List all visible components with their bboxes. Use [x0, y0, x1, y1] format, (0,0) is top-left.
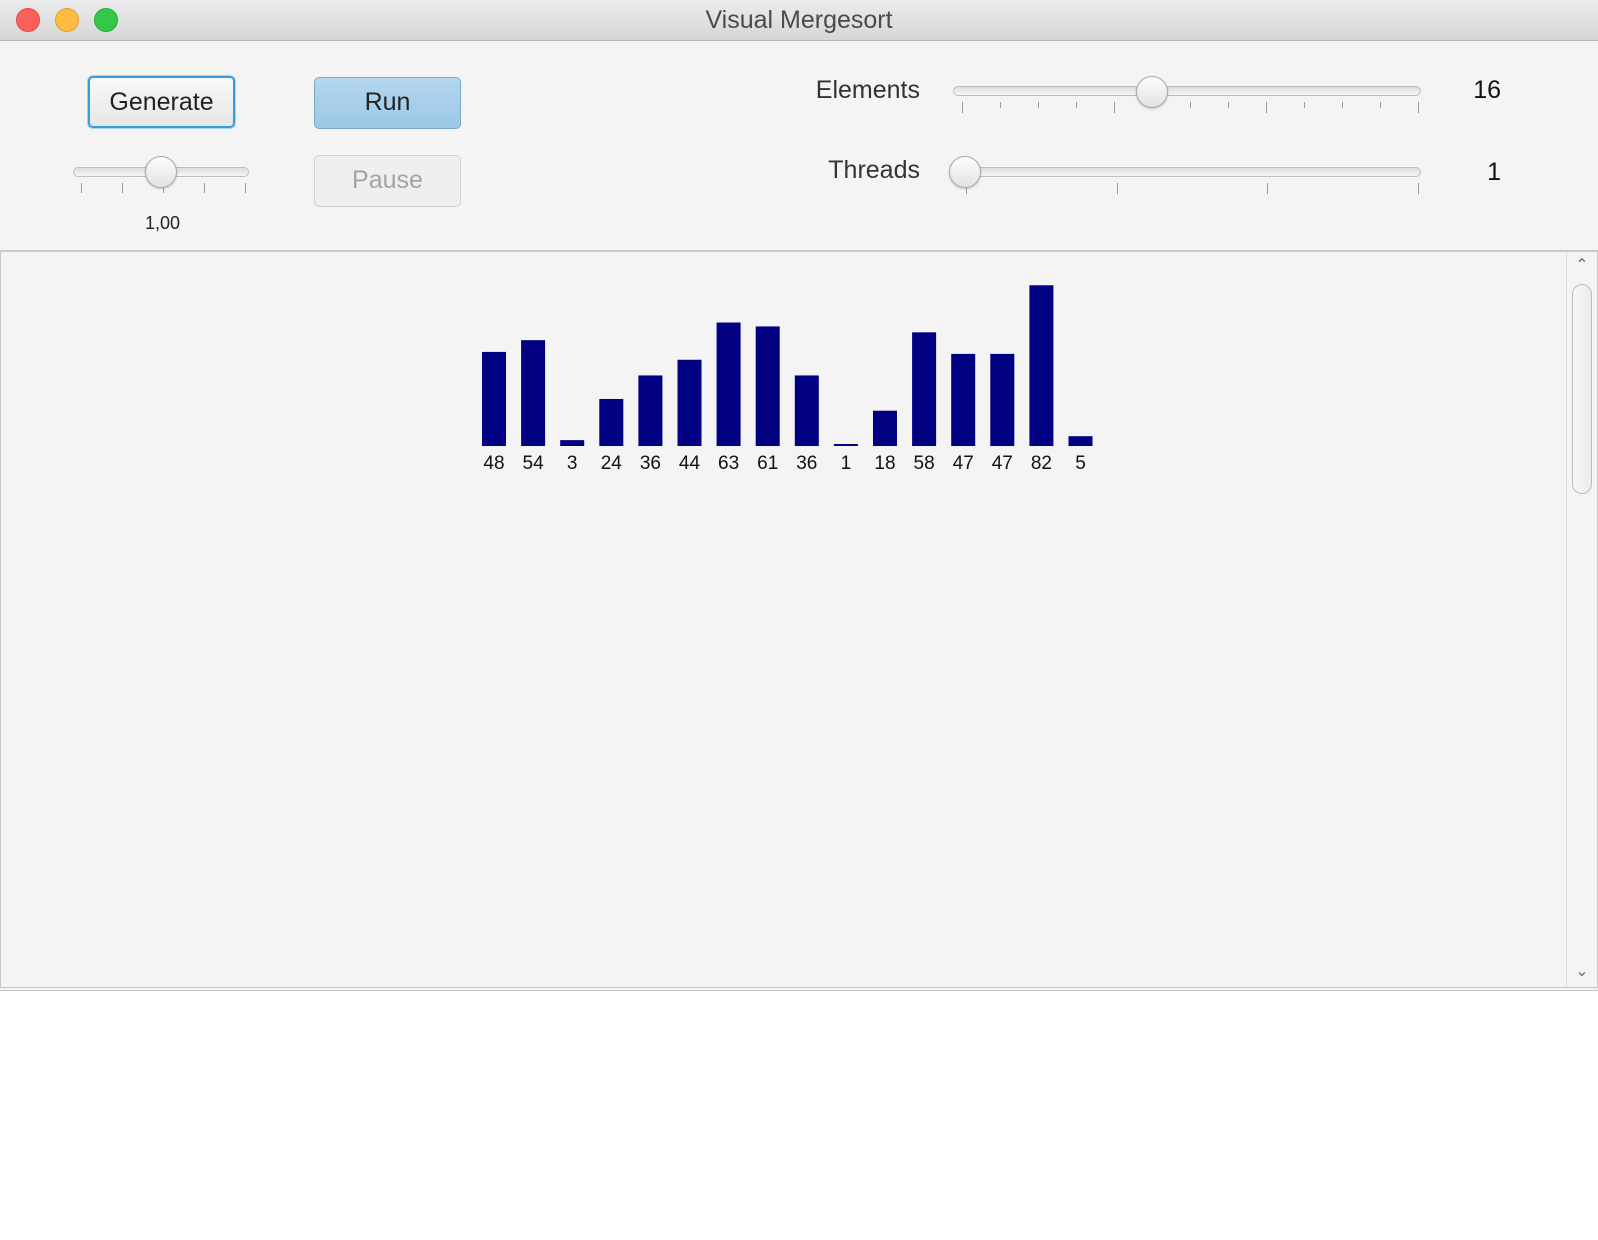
pause-button: Pause	[314, 155, 461, 207]
elements-slider-tick	[1266, 102, 1267, 113]
elements-slider-tick	[1190, 102, 1191, 108]
chart-value-label: 18	[874, 453, 895, 474]
chart-value-label: 54	[523, 453, 545, 474]
threads-slider-tick	[1117, 183, 1118, 194]
chart-value-label: 63	[718, 453, 739, 474]
chart-bar	[755, 326, 780, 446]
chart-bar	[560, 440, 585, 446]
threads-slider-tick	[1418, 183, 1419, 194]
threads-slider-tick	[1267, 183, 1268, 194]
output-text-area[interactable]	[0, 990, 1598, 1240]
elements-slider-thumb[interactable]	[1136, 76, 1169, 108]
elements-slider-tick	[1038, 102, 1039, 108]
chart-bar	[873, 410, 897, 446]
elements-label: Elements	[815, 76, 920, 104]
chart-bar	[1068, 436, 1093, 446]
chart-value-label: 36	[796, 453, 817, 474]
generate-button[interactable]: Generate	[88, 76, 235, 128]
speed-slider-thumb[interactable]	[145, 156, 177, 188]
chart-bar	[1029, 285, 1054, 446]
chart-bar	[716, 322, 741, 446]
bar-chart: 48 54 3 24 36 44 63 61 36 1 18 58 47 47 82 5	[482, 285, 1093, 474]
chart-bar	[794, 375, 819, 446]
run-button[interactable]: Run	[314, 77, 461, 129]
title-bar: Visual Mergesort	[0, 0, 1598, 41]
elements-slider-tick	[1000, 102, 1001, 108]
elements-slider-tick	[1076, 102, 1077, 108]
elements-slider-tick	[1342, 102, 1343, 108]
speed-slider-tick	[204, 183, 205, 193]
chart-value-label: 58	[914, 453, 935, 474]
elements-slider-tick	[1418, 102, 1419, 113]
chart-bar	[521, 340, 546, 446]
speed-slider-tick	[245, 183, 246, 193]
app-window: Visual Mergesort Generate Run Pause 1,00…	[0, 0, 1598, 1240]
chart-value-label: 82	[1031, 453, 1052, 474]
elements-slider-tick	[1228, 102, 1229, 108]
elements-slider-tick	[962, 102, 963, 113]
chart-value-label: 24	[601, 453, 623, 474]
chart-value-label: 48	[483, 453, 504, 474]
chart-bar	[833, 444, 858, 446]
elements-value: 16	[1473, 76, 1501, 104]
speed-slider-tick	[122, 183, 123, 193]
elements-slider-tick	[1304, 102, 1305, 108]
speed-value-label: 1,00	[144, 213, 181, 233]
chart-scroll-pane[interactable]: 48 54 3 24 36 44 63 61 36 1 18 58 47 47 82 5 ⌃ ⌄	[0, 251, 1598, 988]
chart-value-label: 47	[953, 453, 974, 474]
chart-bar	[677, 359, 702, 446]
chart-value-label: 61	[757, 453, 778, 474]
speed-slider-tick	[81, 183, 82, 193]
threads-value: 1	[1487, 158, 1501, 186]
elements-slider-track[interactable]	[953, 86, 1421, 96]
chart-value-label: 47	[992, 453, 1013, 474]
vertical-scrollbar[interactable]: ⌃ ⌄	[1566, 252, 1597, 987]
chart-bar	[951, 353, 976, 446]
chart-bar	[638, 375, 663, 446]
toolbar: Generate Run Pause 1,00 Elements 16 Thre…	[0, 41, 1598, 251]
scroll-up-icon[interactable]: ⌃	[1567, 256, 1597, 276]
threads-label: Threads	[828, 156, 920, 184]
chart-value-label: 36	[640, 453, 661, 474]
chart-bar	[912, 332, 937, 446]
chart-bar	[990, 353, 1015, 446]
threads-slider-thumb[interactable]	[949, 156, 981, 188]
chart-value-label: 5	[1075, 453, 1086, 474]
scrollbar-thumb[interactable]	[1572, 284, 1592, 494]
chart-bar	[599, 398, 624, 446]
elements-slider-tick	[1380, 102, 1381, 108]
window-title: Visual Mergesort	[705, 6, 893, 34]
chart-value-label: 44	[679, 453, 701, 474]
elements-slider-tick	[1114, 102, 1115, 113]
chart-value-label: 1	[841, 453, 852, 474]
scroll-down-icon[interactable]: ⌄	[1567, 962, 1597, 982]
threads-slider-track[interactable]	[953, 167, 1421, 177]
chart-bar	[482, 351, 506, 446]
chart-value-label: 3	[567, 453, 578, 474]
